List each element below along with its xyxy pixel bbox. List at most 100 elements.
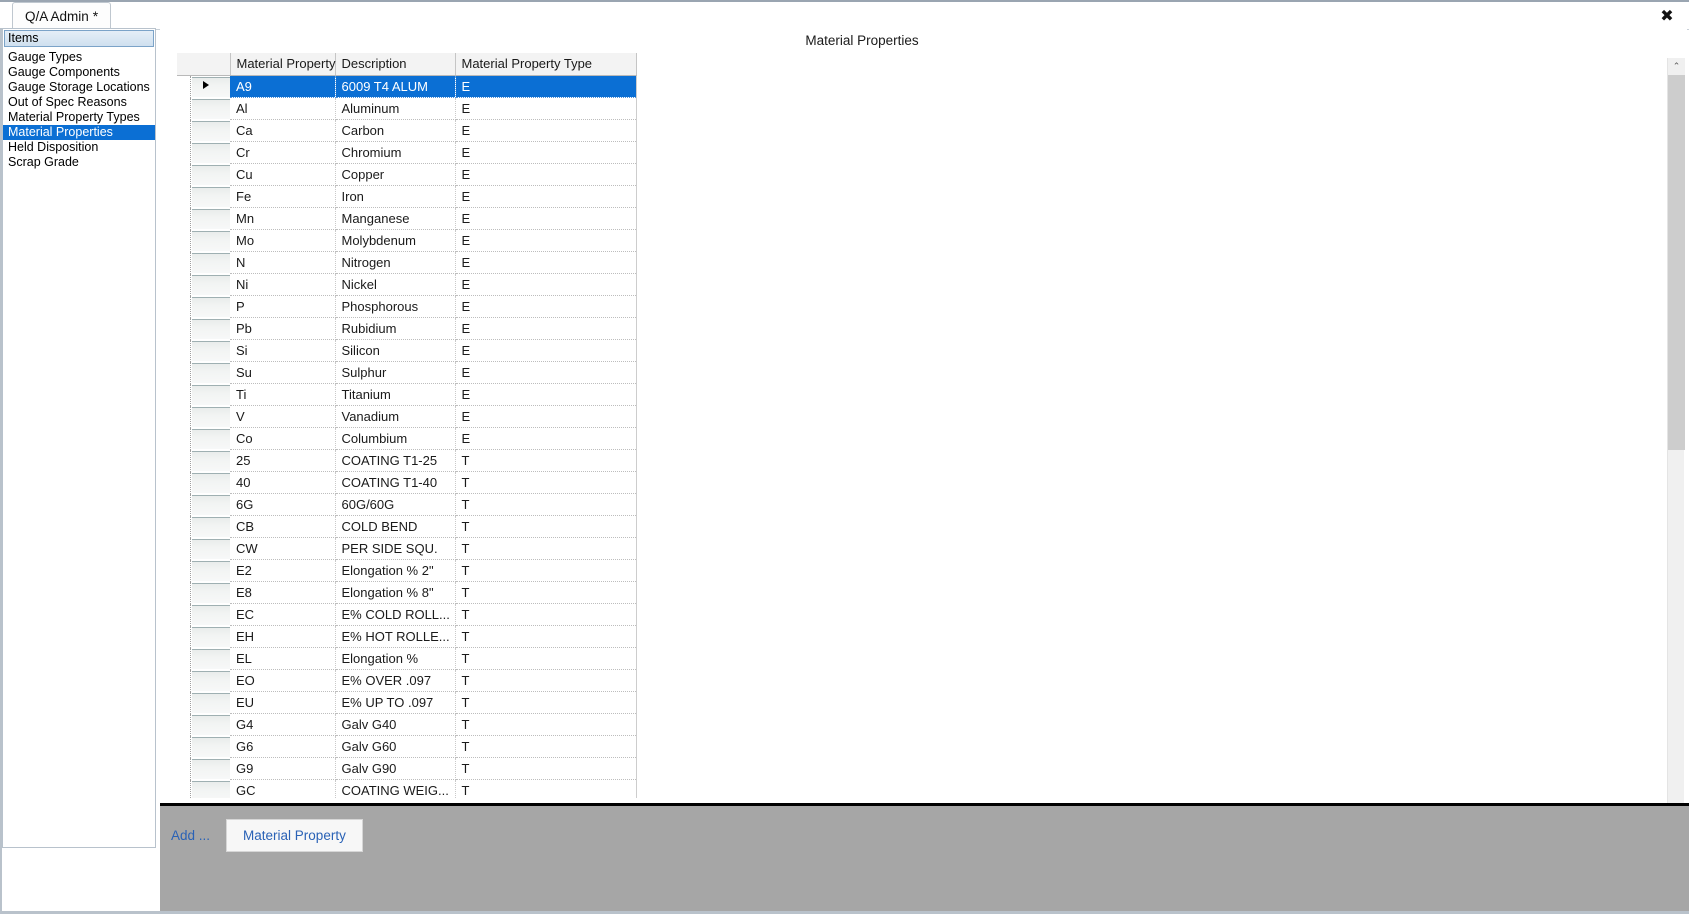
cell-description[interactable]: COATING WEIG... [335, 779, 456, 798]
row-selector[interactable] [177, 581, 230, 604]
row-selector[interactable] [177, 515, 230, 538]
cell-material-property[interactable]: 40 [230, 471, 336, 494]
cell-material-property-type[interactable]: E [455, 185, 637, 208]
table-row[interactable]: Ti Titanium E [177, 383, 637, 406]
cell-material-property-type[interactable]: E [455, 97, 637, 120]
row-header-button[interactable] [192, 516, 230, 537]
cell-material-property-type[interactable]: T [455, 713, 637, 736]
row-selector[interactable] [177, 493, 230, 516]
sidebar-item-material-property-types[interactable]: Material Property Types [3, 110, 155, 125]
row-header-button[interactable] [192, 450, 230, 471]
cell-material-property[interactable]: EU [230, 691, 336, 714]
table-row[interactable]: Mo Molybdenum E [177, 229, 637, 252]
close-icon[interactable]: ✖ [1655, 4, 1679, 26]
table-row[interactable]: Ni Nickel E [177, 273, 637, 296]
cell-description[interactable]: Iron [335, 185, 456, 208]
row-header-cell[interactable] [177, 471, 230, 494]
row-header-cell[interactable] [177, 713, 230, 736]
cell-material-property[interactable]: EH [230, 625, 336, 648]
cell-material-property-type[interactable]: T [455, 647, 637, 670]
cell-material-property[interactable]: Fe [230, 185, 336, 208]
row-selector[interactable] [177, 185, 230, 208]
row-header-button[interactable] [192, 670, 230, 691]
grid-header-description[interactable]: Description [335, 53, 456, 76]
cell-description[interactable]: Sulphur [335, 361, 456, 384]
cell-description[interactable]: Elongation % 8" [335, 581, 456, 604]
cell-description[interactable]: Galv G90 [335, 757, 456, 780]
cell-material-property-type[interactable]: E [455, 141, 637, 164]
cell-description[interactable]: Rubidium [335, 317, 456, 340]
row-header-button[interactable] [192, 758, 230, 779]
cell-material-property[interactable]: Cu [230, 163, 336, 186]
cell-material-property-type[interactable]: T [455, 493, 637, 516]
row-selector[interactable] [177, 229, 230, 252]
row-header-button[interactable] [192, 560, 230, 581]
row-selector[interactable] [177, 669, 230, 692]
cell-material-property[interactable]: Ca [230, 119, 336, 142]
table-row[interactable]: Si Silicon E [177, 339, 637, 362]
row-header-button[interactable] [192, 428, 230, 449]
row-header-cell[interactable] [177, 647, 230, 670]
table-row[interactable]: G4 Galv G40 T [177, 713, 637, 736]
cell-description[interactable]: 6009 T4 ALUM [335, 75, 456, 98]
row-header-button[interactable] [192, 736, 230, 757]
sidebar-item-scrap-grade[interactable]: Scrap Grade [3, 155, 155, 170]
row-selector[interactable] [177, 449, 230, 472]
row-selector[interactable] [177, 251, 230, 274]
cell-material-property[interactable]: EC [230, 603, 336, 626]
cell-description[interactable]: Elongation % 2" [335, 559, 456, 582]
row-selector[interactable] [177, 295, 230, 318]
grid-header-material-property[interactable]: Material Property [230, 53, 336, 76]
row-header-cell[interactable] [177, 691, 230, 714]
cell-material-property[interactable]: G4 [230, 713, 336, 736]
table-row[interactable]: Mn Manganese E [177, 207, 637, 230]
cell-material-property-type[interactable]: T [455, 603, 637, 626]
sidebar-item-out-of-spec-reasons[interactable]: Out of Spec Reasons [3, 95, 155, 110]
row-header-cell[interactable] [177, 119, 230, 142]
row-header-button[interactable] [192, 318, 230, 339]
cell-material-property[interactable]: V [230, 405, 336, 428]
table-row[interactable]: GC COATING WEIG... T [177, 779, 637, 798]
row-header-cell[interactable] [177, 295, 230, 318]
row-selector[interactable] [177, 471, 230, 494]
table-row[interactable]: Su Sulphur E [177, 361, 637, 384]
row-selector[interactable] [177, 603, 230, 626]
row-selector[interactable] [177, 273, 230, 296]
cell-description[interactable]: Vanadium [335, 405, 456, 428]
cell-material-property[interactable]: Si [230, 339, 336, 362]
row-header-button[interactable] [192, 384, 230, 405]
cell-description[interactable]: Nitrogen [335, 251, 456, 274]
cell-material-property[interactable]: Mo [230, 229, 336, 252]
cell-material-property-type[interactable]: E [455, 339, 637, 362]
row-selector[interactable] [177, 361, 230, 384]
cell-description[interactable]: COLD BEND [335, 515, 456, 538]
add-label[interactable]: Add ... [171, 828, 210, 843]
row-selector[interactable] [177, 647, 230, 670]
sidebar-item-gauge-types[interactable]: Gauge Types [3, 50, 155, 65]
table-row[interactable]: Cu Copper E [177, 163, 637, 186]
table-row[interactable]: 6G 60G/60G T [177, 493, 637, 516]
row-header-cell[interactable] [177, 273, 230, 296]
table-row[interactable]: CB COLD BEND T [177, 515, 637, 538]
row-header-button[interactable] [192, 626, 230, 647]
row-header-cell[interactable] [177, 405, 230, 428]
row-selector[interactable] [177, 383, 230, 406]
table-row[interactable]: Cr Chromium E [177, 141, 637, 164]
cell-description[interactable]: Titanium [335, 383, 456, 406]
cell-description[interactable]: Galv G60 [335, 735, 456, 758]
cell-description[interactable]: E% UP TO .097 [335, 691, 456, 714]
cell-material-property[interactable]: E2 [230, 559, 336, 582]
row-selector[interactable] [177, 713, 230, 736]
cell-material-property[interactable]: N [230, 251, 336, 274]
table-row[interactable]: EU E% UP TO .097 T [177, 691, 637, 714]
cell-description[interactable]: COATING T1-25 [335, 449, 456, 472]
row-selector[interactable] [177, 559, 230, 582]
cell-material-property-type[interactable]: E [455, 427, 637, 450]
row-selector[interactable] [177, 75, 230, 98]
row-selector[interactable] [177, 317, 230, 340]
row-header-cell[interactable] [177, 141, 230, 164]
cell-description[interactable]: Aluminum [335, 97, 456, 120]
row-header-cell[interactable] [177, 163, 230, 186]
row-header-button[interactable] [192, 714, 230, 735]
cell-material-property-type[interactable]: E [455, 119, 637, 142]
